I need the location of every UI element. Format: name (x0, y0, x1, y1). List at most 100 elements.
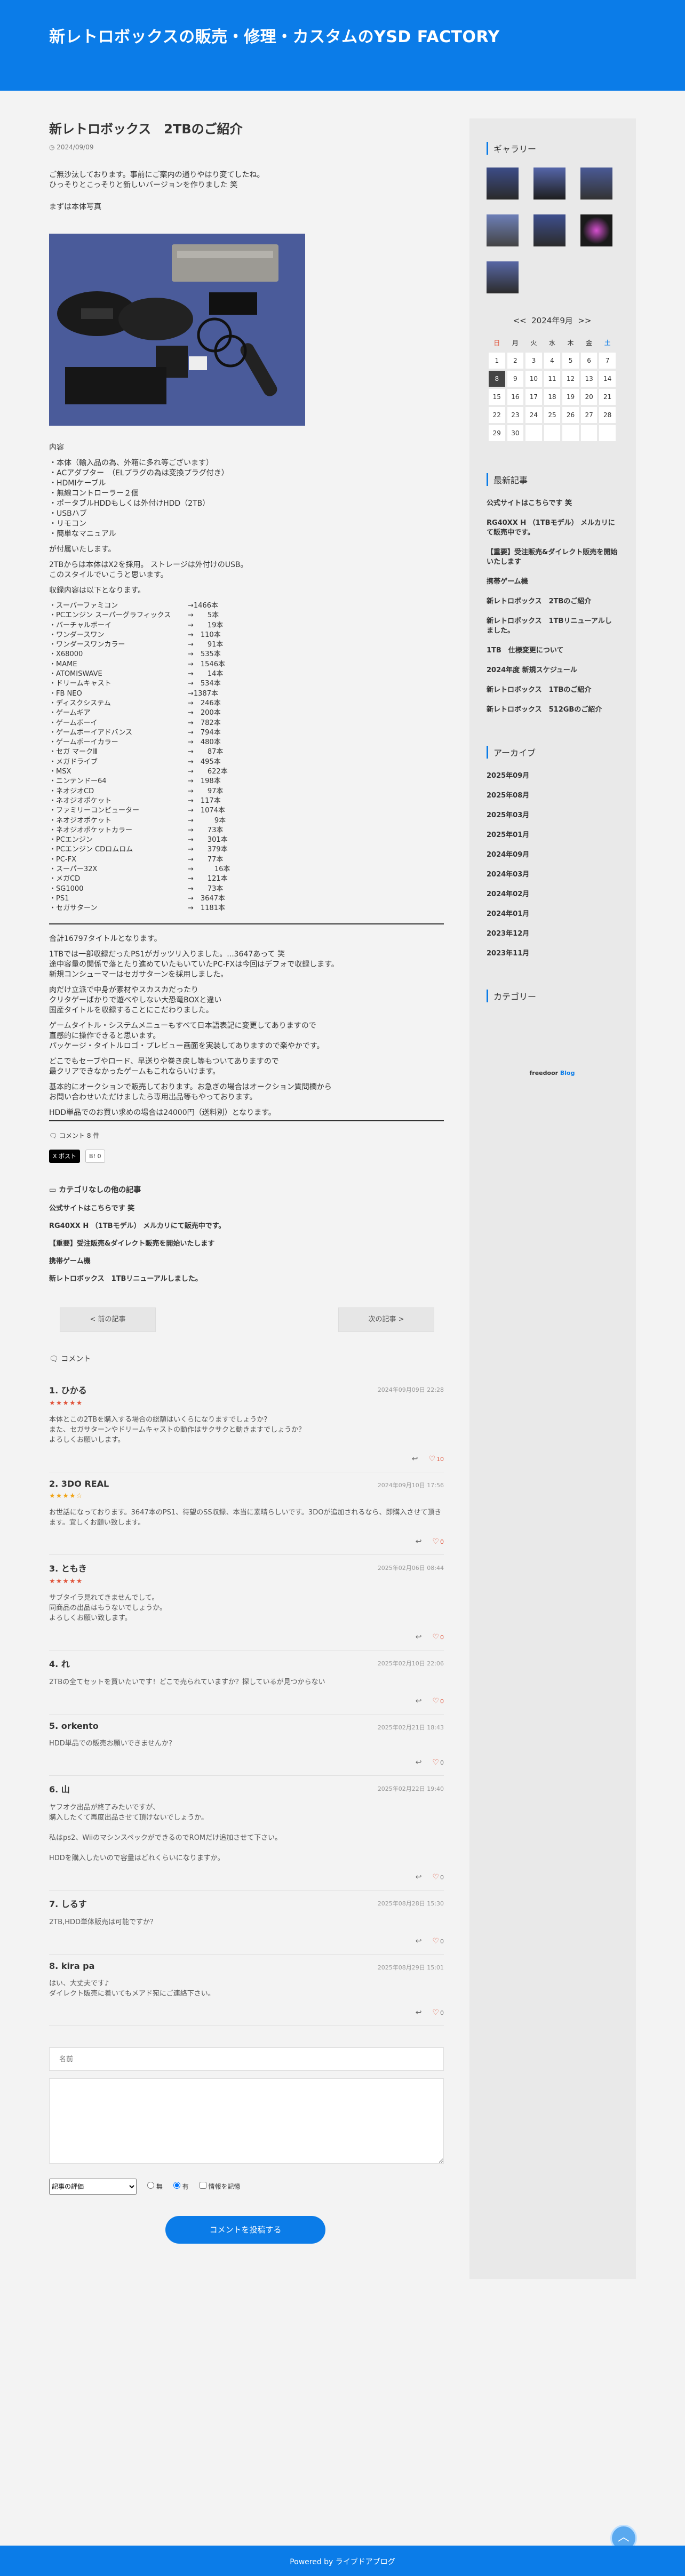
archive-link[interactable]: 2023年11月 (487, 949, 618, 959)
calendar-day[interactable]: 9 (507, 371, 524, 387)
calendar-day[interactable]: 30 (507, 425, 524, 441)
powered-by[interactable]: Powered by ライブドアブログ (0, 2556, 685, 2567)
calendar-day[interactable]: 14 (599, 371, 616, 387)
calendar-day[interactable]: 3 (525, 353, 542, 369)
calendar-day[interactable]: 1 (489, 353, 505, 369)
related-link[interactable]: 【重要】受注販売&ダイレクト販売を開始いたします (49, 1238, 444, 1248)
heart-icon[interactable]: ♡ (432, 1873, 439, 1881)
gallery-thumb[interactable] (533, 214, 565, 246)
site-title[interactable]: 新レトロボックスの販売・修理・カスタムのYSD FACTORY (49, 23, 500, 47)
reply-icon[interactable]: ↩ (416, 1873, 422, 1881)
gallery-thumb[interactable] (487, 261, 519, 293)
calendar-day[interactable]: 24 (525, 407, 542, 423)
calendar-day[interactable]: 5 (562, 353, 579, 369)
calendar-day[interactable]: 29 (489, 425, 505, 441)
remember-checkbox[interactable]: 情報を記憶 (199, 2182, 241, 2191)
calendar-day[interactable]: 7 (599, 353, 616, 369)
recent-link[interactable]: 公式サイトはこちらです 笑 (487, 499, 618, 508)
calendar-day[interactable]: 19 (562, 389, 579, 405)
reply-icon[interactable]: ↩ (416, 2008, 422, 2017)
reply-icon[interactable]: ↩ (416, 1758, 422, 1767)
gallery-thumb[interactable] (533, 168, 565, 200)
calendar-day[interactable]: 27 (580, 407, 598, 423)
gallery-thumb[interactable] (487, 168, 519, 200)
calendar-prev[interactable]: << (513, 316, 526, 325)
calendar-day[interactable]: 25 (544, 407, 561, 423)
archive-link[interactable]: 2025年08月 (487, 791, 618, 801)
heart-icon[interactable]: ♡ (432, 1537, 439, 1546)
reply-icon[interactable]: ↩ (416, 1633, 422, 1641)
prev-article-button[interactable]: < 前の記事 (60, 1307, 156, 1332)
calendar-day[interactable]: 13 (580, 371, 598, 387)
x-post-button[interactable]: X ポスト (49, 1149, 81, 1163)
reply-icon[interactable]: ↩ (416, 1697, 422, 1705)
name-input[interactable] (49, 2047, 444, 2071)
archive-link[interactable]: 2023年12月 (487, 929, 618, 939)
hatena-bookmark-button[interactable]: B! 0 (85, 1149, 105, 1163)
calendar-day[interactable]: 17 (525, 389, 542, 405)
paragraph-6: ゲームタイトル・システムメニューもすべて日本語表記に変更してありますので 直感的に… (49, 1021, 444, 1051)
calendar-day[interactable]: 12 (562, 371, 579, 387)
like-count: 0 (440, 1937, 444, 1945)
calendar-day[interactable]: 21 (599, 389, 616, 405)
recent-link[interactable]: 新レトロボックス 512GBのご紹介 (487, 705, 618, 715)
heart-icon[interactable]: ♡ (432, 1697, 439, 1705)
heart-icon[interactable]: ♡ (432, 1758, 439, 1767)
gallery-thumb[interactable] (580, 214, 612, 246)
calendar-day[interactable]: 11 (544, 371, 561, 387)
archive-link[interactable]: 2024年03月 (487, 870, 618, 880)
heart-icon[interactable]: ♡ (432, 1937, 439, 1945)
archive-link[interactable]: 2024年09月 (487, 850, 618, 860)
radio-no[interactable]: 無 (147, 2182, 163, 2191)
heart-icon[interactable]: ♡ (432, 2008, 439, 2017)
next-article-button[interactable]: 次の記事 > (338, 1307, 434, 1332)
recent-link[interactable]: RG40XX H （1TBモデル） メルカリにて販売中です。 (487, 519, 618, 538)
calendar-day[interactable]: 23 (507, 407, 524, 423)
rating-select[interactable]: 記事の評価 (49, 2178, 137, 2195)
calendar-day[interactable]: 2 (507, 353, 524, 369)
recent-link[interactable]: 1TB 仕様変更について (487, 646, 618, 656)
comment-date: 2025年02月06日 08:44 (377, 1564, 444, 1572)
archive-link[interactable]: 2024年02月 (487, 890, 618, 899)
related-link[interactable]: 公式サイトはこちらです 笑 (49, 1202, 444, 1213)
heart-icon[interactable]: ♡ (428, 1455, 435, 1463)
calendar-day[interactable]: 4 (544, 353, 561, 369)
related-link[interactable]: 新レトロボックス 1TBリニューアルしました。 (49, 1273, 444, 1283)
recent-link[interactable]: 新レトロボックス 1TBリニューアルしました。 (487, 617, 618, 636)
archive-link[interactable]: 2025年03月 (487, 811, 618, 820)
gallery-thumb[interactable] (580, 168, 612, 200)
recent-link[interactable]: 【重要】受注販売&ダイレクト販売を開始いたします (487, 548, 618, 567)
recent-link[interactable]: 新レトロボックス 2TBのご紹介 (487, 597, 618, 607)
heart-icon[interactable]: ♡ (432, 1633, 439, 1641)
gallery-thumb[interactable] (487, 214, 519, 246)
reply-icon[interactable]: ↩ (416, 1937, 422, 1945)
calendar-next[interactable]: >> (578, 316, 591, 325)
text-line: 国産タイトルを収録することにこだわりました。 (49, 1006, 213, 1015)
recent-link[interactable]: 2024年度 新規スケジュール (487, 666, 618, 675)
recent-link[interactable]: 携帯ゲーム機 (487, 577, 618, 587)
calendar-day[interactable]: 16 (507, 389, 524, 405)
archive-link[interactable]: 2024年01月 (487, 910, 618, 919)
freedoor-blog-logo[interactable]: freedoor Blog (487, 1070, 618, 1076)
reply-icon[interactable]: ↩ (412, 1455, 418, 1463)
archive-link[interactable]: 2025年01月 (487, 831, 618, 840)
archive-link[interactable]: 2025年09月 (487, 771, 618, 781)
reply-icon[interactable]: ↩ (416, 1537, 422, 1546)
comment-textarea[interactable] (49, 2078, 444, 2164)
calendar-day[interactable]: 22 (489, 407, 505, 423)
calendar-day[interactable]: 20 (580, 389, 598, 405)
calendar-day[interactable]: 18 (544, 389, 561, 405)
comment-meta[interactable]: 🗨 コメント 8 件 (49, 1131, 444, 1141)
article-body: ご無沙汰しております。事前にご案内の通りやはり変てしたね。 ひっそりとこっそりと新… (49, 170, 444, 1163)
calendar-day[interactable]: 6 (580, 353, 598, 369)
recent-link[interactable]: 新レトロボックス 1TBのご紹介 (487, 685, 618, 695)
radio-yes[interactable]: 有 (173, 2182, 189, 2191)
calendar-day[interactable]: 15 (489, 389, 505, 405)
calendar-day[interactable]: 8 (489, 371, 505, 387)
related-link[interactable]: 携帯ゲーム機 (49, 1255, 444, 1265)
related-link[interactable]: RG40XX H （1TBモデル） メルカリにて販売中です。 (49, 1220, 444, 1230)
calendar-day[interactable]: 28 (599, 407, 616, 423)
calendar-day[interactable]: 26 (562, 407, 579, 423)
submit-comment-button[interactable]: コメントを投稿する (165, 2215, 325, 2244)
calendar-day[interactable]: 10 (525, 371, 542, 387)
